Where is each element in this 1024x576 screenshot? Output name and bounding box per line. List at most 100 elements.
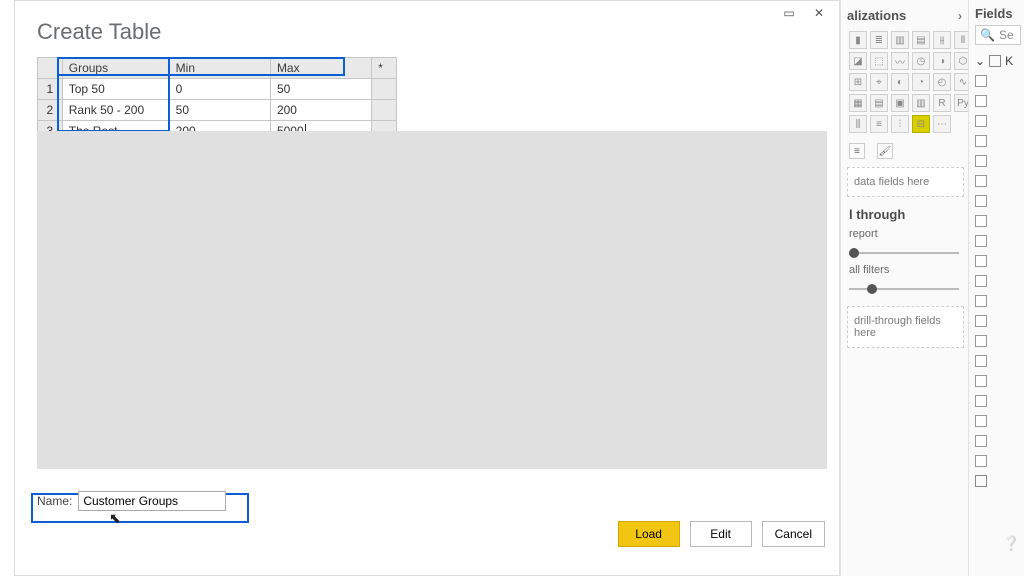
viz-icon[interactable]: ◐: [891, 73, 909, 91]
viz-icon[interactable]: ⌖: [870, 73, 888, 91]
field-checkbox[interactable]: [975, 135, 987, 147]
field-item[interactable]: [975, 391, 1024, 411]
col-header-groups[interactable]: Groups: [62, 58, 169, 79]
field-item[interactable]: [975, 211, 1024, 231]
field-checkbox[interactable]: [975, 215, 987, 227]
viz-icon[interactable]: ≡: [870, 115, 888, 133]
field-checkbox[interactable]: [975, 95, 987, 107]
cell-groups[interactable]: Rank 50 - 200: [62, 100, 169, 121]
field-checkbox[interactable]: [975, 395, 987, 407]
window-restore-button[interactable]: ▭: [775, 3, 803, 23]
field-item[interactable]: [975, 131, 1024, 151]
field-item[interactable]: [975, 191, 1024, 211]
keep-filters-toggle[interactable]: [849, 282, 959, 296]
field-item[interactable]: [975, 471, 1024, 491]
field-item[interactable]: [975, 431, 1024, 451]
field-checkbox[interactable]: [975, 175, 987, 187]
viz-icon[interactable]: ⊞: [849, 73, 867, 91]
field-item[interactable]: [975, 151, 1024, 171]
edit-button[interactable]: Edit: [690, 521, 752, 547]
field-item[interactable]: [975, 111, 1024, 131]
viz-icon[interactable]: ◷: [912, 52, 930, 70]
col-header-add[interactable]: *: [372, 58, 397, 79]
cell-max[interactable]: 200: [270, 100, 371, 121]
table-icon: [989, 55, 1001, 67]
field-checkbox[interactable]: [975, 235, 987, 247]
viz-icon[interactable]: ▥: [891, 31, 909, 49]
viz-icon[interactable]: ▣: [891, 94, 909, 112]
chevron-right-icon[interactable]: ›: [958, 9, 962, 23]
restore-icon: ▭: [783, 6, 794, 20]
field-item[interactable]: [975, 411, 1024, 431]
cancel-button[interactable]: Cancel: [762, 521, 825, 547]
fields-dropzone[interactable]: data fields here: [847, 167, 964, 197]
field-item[interactable]: [975, 371, 1024, 391]
field-checkbox[interactable]: [975, 195, 987, 207]
cell-max[interactable]: 50: [270, 79, 371, 100]
field-item[interactable]: [975, 91, 1024, 111]
viz-icon[interactable]: ⋯: [933, 115, 951, 133]
cell-min[interactable]: 0: [169, 79, 270, 100]
viz-icon[interactable]: 〰: [891, 52, 909, 70]
table-icon: [975, 475, 987, 487]
cell-min[interactable]: 50: [169, 100, 270, 121]
help-icon[interactable]: ❔: [1003, 535, 1020, 552]
table-row[interactable]: 2 Rank 50 - 200 50 200: [38, 100, 397, 121]
viz-icon[interactable]: ⬚: [870, 52, 888, 70]
name-input[interactable]: [78, 491, 226, 511]
viz-icon[interactable]: ◪: [849, 52, 867, 70]
field-checkbox[interactable]: [975, 295, 987, 307]
field-item[interactable]: [975, 311, 1024, 331]
row-number: 1: [38, 79, 63, 100]
viz-icon[interactable]: ⫶: [891, 115, 909, 133]
field-checkbox[interactable]: [975, 335, 987, 347]
fields-table-header[interactable]: ⌄ K: [975, 51, 1024, 71]
field-checkbox[interactable]: [975, 455, 987, 467]
drill-through-dropzone[interactable]: drill-through fields here: [847, 306, 964, 348]
name-label: Name:: [37, 494, 72, 508]
load-button[interactable]: Load: [618, 521, 680, 547]
cross-report-toggle[interactable]: [849, 246, 959, 260]
field-checkbox[interactable]: [975, 435, 987, 447]
field-item[interactable]: [975, 271, 1024, 291]
field-checkbox[interactable]: [975, 155, 987, 167]
field-checkbox[interactable]: [975, 115, 987, 127]
viz-icon[interactable]: ≣: [870, 31, 888, 49]
format-tab-icon[interactable]: 🖌: [877, 143, 893, 159]
field-checkbox[interactable]: [975, 75, 987, 87]
col-header-min[interactable]: Min: [169, 58, 270, 79]
field-item[interactable]: [975, 331, 1024, 351]
viz-icon[interactable]: ▥: [912, 94, 930, 112]
field-checkbox[interactable]: [975, 255, 987, 267]
field-item[interactable]: [975, 171, 1024, 191]
viz-icon[interactable]: ▤: [870, 94, 888, 112]
keep-filters-label: all filters: [847, 260, 968, 278]
field-item[interactable]: [975, 451, 1024, 471]
field-item[interactable]: [975, 231, 1024, 251]
window-close-button[interactable]: ✕: [805, 3, 833, 23]
viz-icon[interactable]: ⫵: [933, 31, 951, 49]
field-item[interactable]: [975, 251, 1024, 271]
viz-icon[interactable]: ▦: [849, 94, 867, 112]
viz-icon[interactable]: ◴: [933, 73, 951, 91]
viz-icon[interactable]: ⫼: [849, 115, 867, 133]
field-checkbox[interactable]: [975, 355, 987, 367]
field-checkbox[interactable]: [975, 275, 987, 287]
viz-icon[interactable]: ◑: [933, 52, 951, 70]
viz-icon[interactable]: ⊟: [912, 115, 930, 133]
field-item[interactable]: [975, 291, 1024, 311]
cell-groups[interactable]: Top 50: [62, 79, 169, 100]
table-row[interactable]: 1 Top 50 0 50: [38, 79, 397, 100]
viz-icon[interactable]: ◔: [912, 73, 930, 91]
viz-icon[interactable]: ▮: [849, 31, 867, 49]
fields-tab-icon[interactable]: ≡: [849, 143, 865, 159]
field-item[interactable]: [975, 71, 1024, 91]
field-checkbox[interactable]: [975, 375, 987, 387]
col-header-max[interactable]: Max: [270, 58, 371, 79]
field-item[interactable]: [975, 351, 1024, 371]
viz-icon[interactable]: ▤: [912, 31, 930, 49]
viz-icon[interactable]: R: [933, 94, 951, 112]
field-checkbox[interactable]: [975, 315, 987, 327]
fields-search[interactable]: 🔍 Se: [975, 25, 1021, 45]
field-checkbox[interactable]: [975, 415, 987, 427]
